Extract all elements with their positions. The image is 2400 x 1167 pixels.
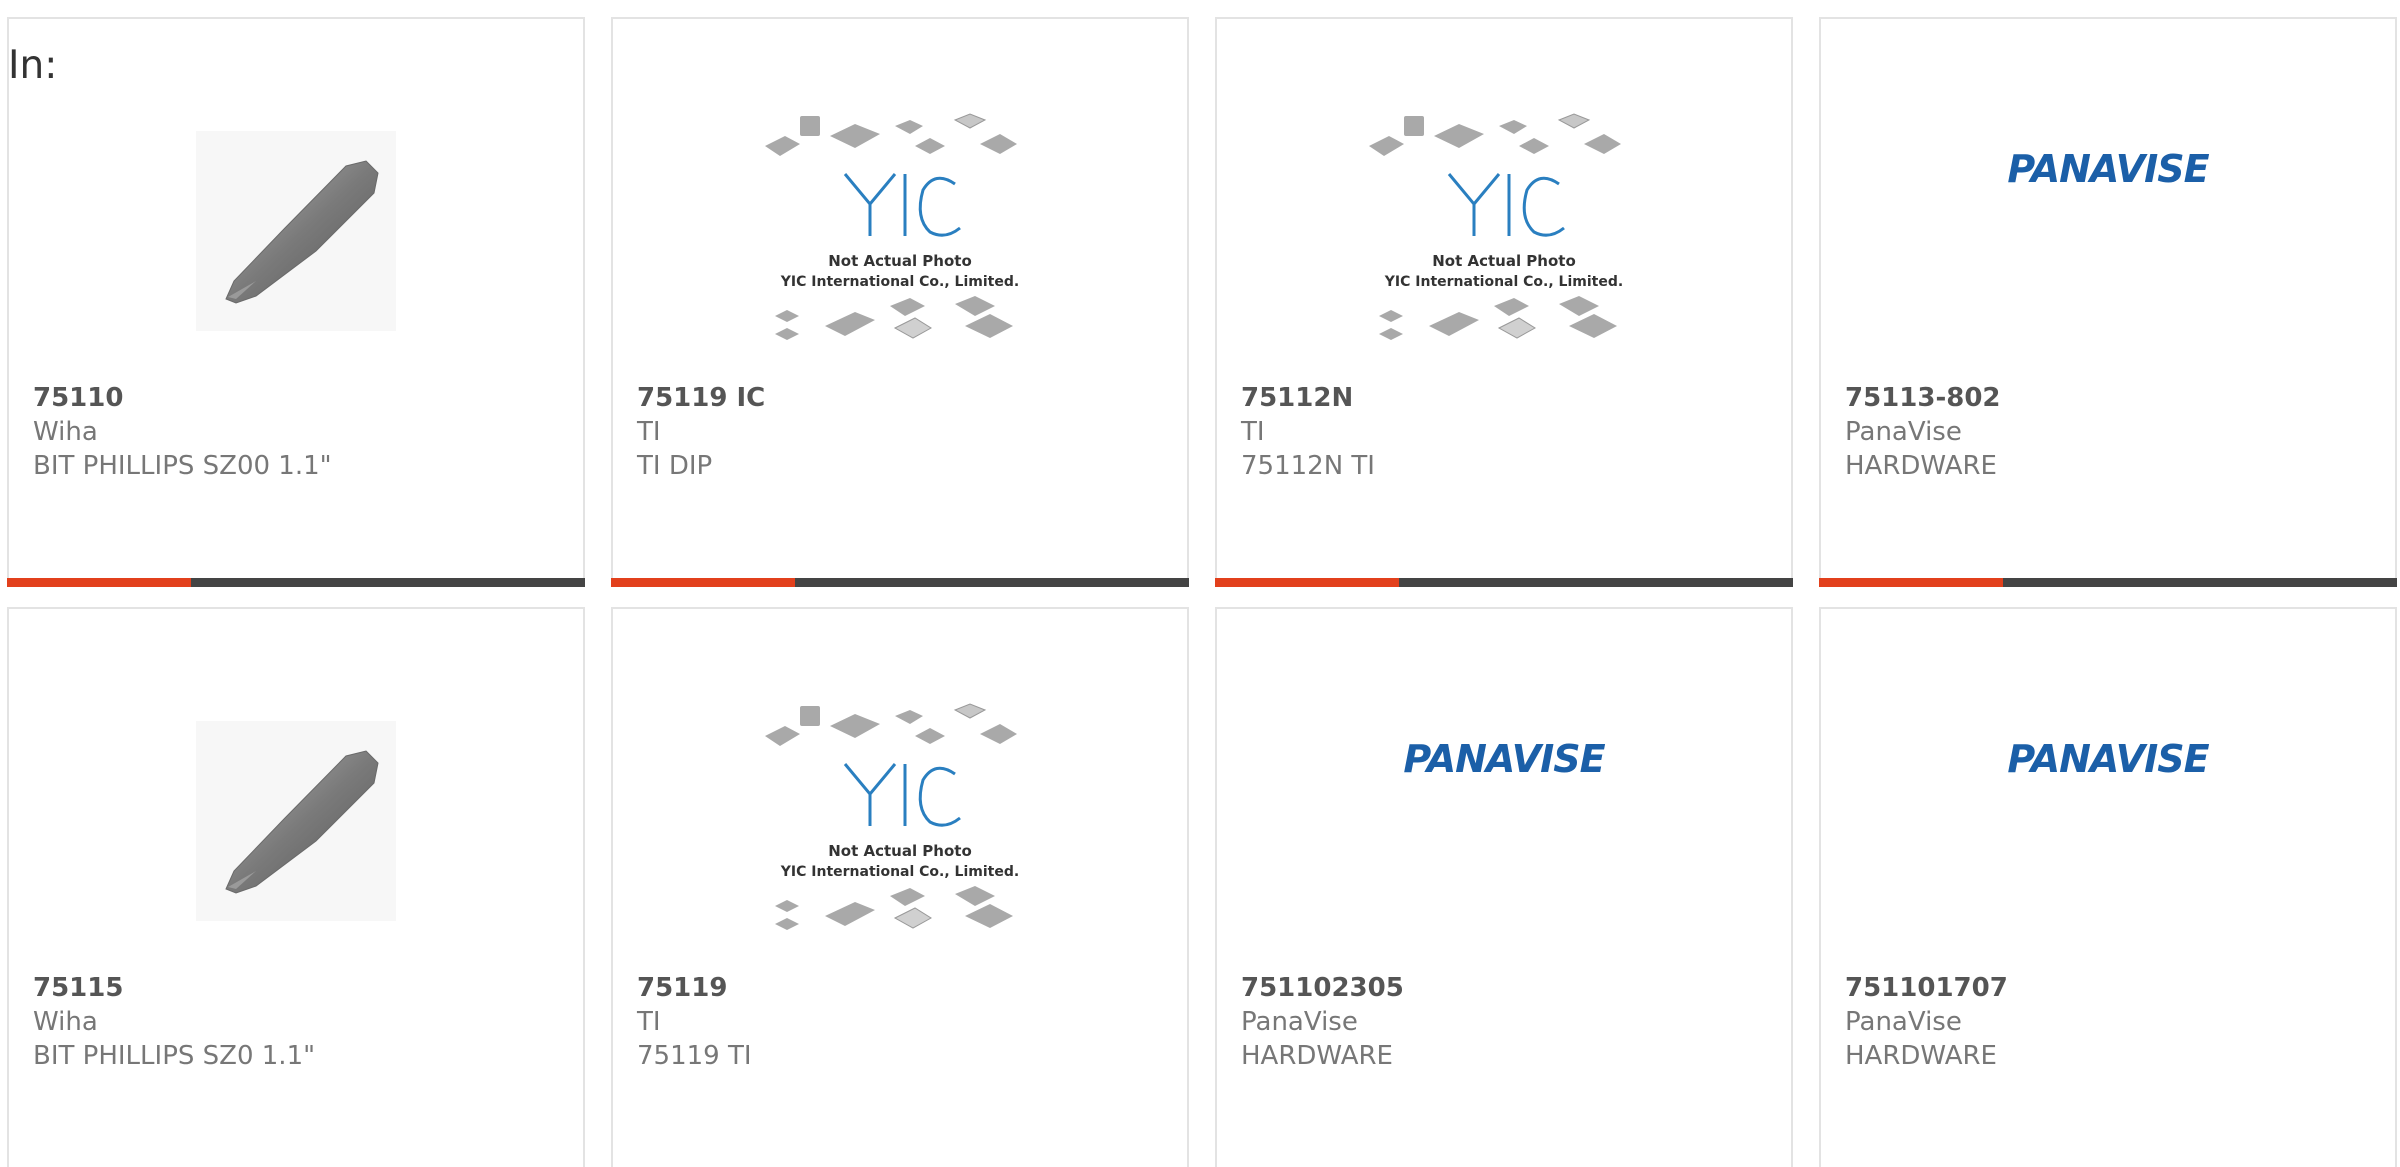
yic-placeholder-image[interactable]: Not Actual Photo YIC International Co., … (613, 81, 1187, 381)
panavise-logo-image[interactable]: PANAVISE (1821, 671, 2395, 971)
manufacturer: PanaVise (1845, 1007, 1962, 1037)
panavise-logo-image[interactable]: PANAVISE (1217, 671, 1791, 971)
panavise-logo: PANAVISE (2007, 147, 2209, 191)
part-number[interactable]: 75113-802 (1845, 381, 2001, 415)
description: HARDWARE (1241, 1041, 1393, 1071)
product-info: 75110 Wiha BIT PHILLIPS SZ00 1.1" (33, 381, 332, 483)
card-footer-bar (1215, 578, 1793, 587)
card-footer-bar (7, 578, 585, 587)
card-footer-accent (1819, 578, 2003, 587)
part-number[interactable]: 75112N (1241, 381, 1375, 415)
part-number[interactable]: 75119 IC (637, 381, 765, 415)
description: TI DIP (637, 451, 713, 481)
card-footer-accent (611, 578, 795, 587)
panavise-logo-image[interactable]: PANAVISE (1821, 81, 2395, 381)
description: HARDWARE (1845, 451, 1997, 481)
panavise-logo: PANAVISE (2007, 737, 2209, 781)
product-grid-page: In: 75110 Wiha BIT PHILLIPS SZ00 1.1" No… (0, 0, 2400, 1167)
yic-placeholder-image[interactable]: Not Actual Photo YIC International Co., … (613, 671, 1187, 971)
product-info: 751102305 PanaVise HARDWARE (1241, 971, 1404, 1073)
image-caption: YIC International Co., Limited. (780, 274, 1019, 290)
description: HARDWARE (1845, 1041, 1997, 1071)
screwdriver-bit-image[interactable] (9, 81, 583, 381)
product-info: 751101707 PanaVise HARDWARE (1845, 971, 2008, 1073)
card-footer-bar (611, 578, 1189, 587)
part-number[interactable]: 75119 (637, 971, 752, 1005)
product-card[interactable]: Not Actual Photo YIC International Co., … (1215, 17, 1793, 587)
product-card[interactable]: PANAVISE 75113-802 PanaVise HARDWARE (1819, 17, 2397, 587)
manufacturer: TI (1241, 417, 1265, 447)
product-card[interactable]: PANAVISE 751102305 PanaVise HARDWARE (1215, 607, 1793, 1167)
description: BIT PHILLIPS SZ00 1.1" (33, 451, 332, 481)
manufacturer: Wiha (33, 1007, 98, 1037)
manufacturer: TI (637, 417, 661, 447)
description: BIT PHILLIPS SZ0 1.1" (33, 1041, 316, 1071)
part-number[interactable]: 751102305 (1241, 971, 1404, 1005)
image-caption: Not Actual Photo (828, 252, 972, 270)
product-info: 75113-802 PanaVise HARDWARE (1845, 381, 2001, 483)
panavise-logo: PANAVISE (1403, 737, 1605, 781)
product-card[interactable]: Not Actual Photo YIC International Co., … (611, 17, 1189, 587)
yic-placeholder-image[interactable]: Not Actual Photo YIC International Co., … (1217, 81, 1791, 381)
filter-label: In: (8, 43, 58, 88)
product-card[interactable]: 75110 Wiha BIT PHILLIPS SZ00 1.1" (7, 17, 585, 587)
image-caption: YIC International Co., Limited. (1384, 274, 1623, 290)
manufacturer: Wiha (33, 417, 98, 447)
product-card[interactable]: PANAVISE 751101707 PanaVise HARDWARE (1819, 607, 2397, 1167)
card-footer-accent (7, 578, 191, 587)
product-info: 75119 IC TI TI DIP (637, 381, 765, 483)
description: 75112N TI (1241, 451, 1375, 481)
manufacturer: PanaVise (1241, 1007, 1358, 1037)
product-card[interactable]: Not Actual Photo YIC International Co., … (611, 607, 1189, 1167)
card-footer-bar (1819, 578, 2397, 587)
manufacturer: TI (637, 1007, 661, 1037)
product-info: 75112N TI 75112N TI (1241, 381, 1375, 483)
product-info: 75115 Wiha BIT PHILLIPS SZ0 1.1" (33, 971, 315, 1073)
card-footer-accent (1215, 578, 1399, 587)
image-caption: Not Actual Photo (1432, 252, 1576, 270)
product-card[interactable]: 75115 Wiha BIT PHILLIPS SZ0 1.1" (7, 607, 585, 1167)
part-number[interactable]: 751101707 (1845, 971, 2008, 1005)
image-caption: YIC International Co., Limited. (780, 864, 1019, 880)
screwdriver-bit-image[interactable] (9, 671, 583, 971)
description: 75119 TI (637, 1041, 752, 1071)
product-info: 75119 TI 75119 TI (637, 971, 752, 1073)
part-number[interactable]: 75115 (33, 971, 315, 1005)
part-number[interactable]: 75110 (33, 381, 332, 415)
manufacturer: PanaVise (1845, 417, 1962, 447)
image-caption: Not Actual Photo (828, 842, 972, 860)
